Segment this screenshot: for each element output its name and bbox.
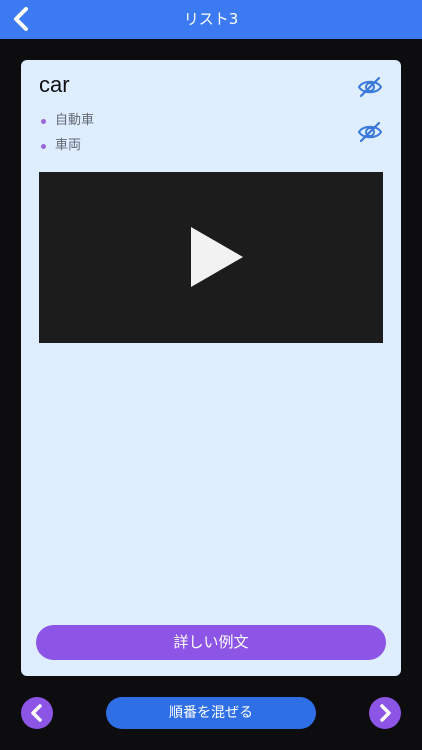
toggle-meanings-visibility-button[interactable]	[356, 120, 384, 144]
previous-card-button[interactable]	[21, 697, 53, 729]
chevron-left-icon	[14, 7, 28, 31]
chevron-left-icon	[31, 704, 42, 722]
bullet-dot	[41, 144, 46, 149]
eye-off-icon	[357, 121, 383, 143]
bullet-dot	[41, 119, 46, 124]
play-icon	[191, 227, 243, 287]
next-card-button[interactable]	[369, 697, 401, 729]
word-text: car	[39, 72, 70, 97]
chevron-right-icon	[380, 704, 391, 722]
eye-off-icon	[357, 76, 383, 98]
meaning-text: 自動車	[55, 113, 95, 128]
meanings-list: 自動車 車両	[39, 110, 94, 160]
meaning-item: 車両	[39, 135, 94, 160]
meaning-item: 自動車	[39, 110, 94, 135]
video-player[interactable]	[39, 172, 383, 343]
header-bar: リスト3	[0, 0, 422, 39]
shuffle-order-button[interactable]: 順番を混ぜる	[106, 697, 316, 729]
back-button[interactable]	[8, 5, 36, 33]
detailed-examples-button[interactable]: 詳しい例文	[36, 625, 386, 660]
meaning-text: 車両	[55, 138, 82, 153]
toggle-word-visibility-button[interactable]	[356, 75, 384, 99]
page-title: リスト3	[183, 10, 239, 28]
flashcard: car 自動車 車両 詳しい例文	[21, 60, 401, 676]
